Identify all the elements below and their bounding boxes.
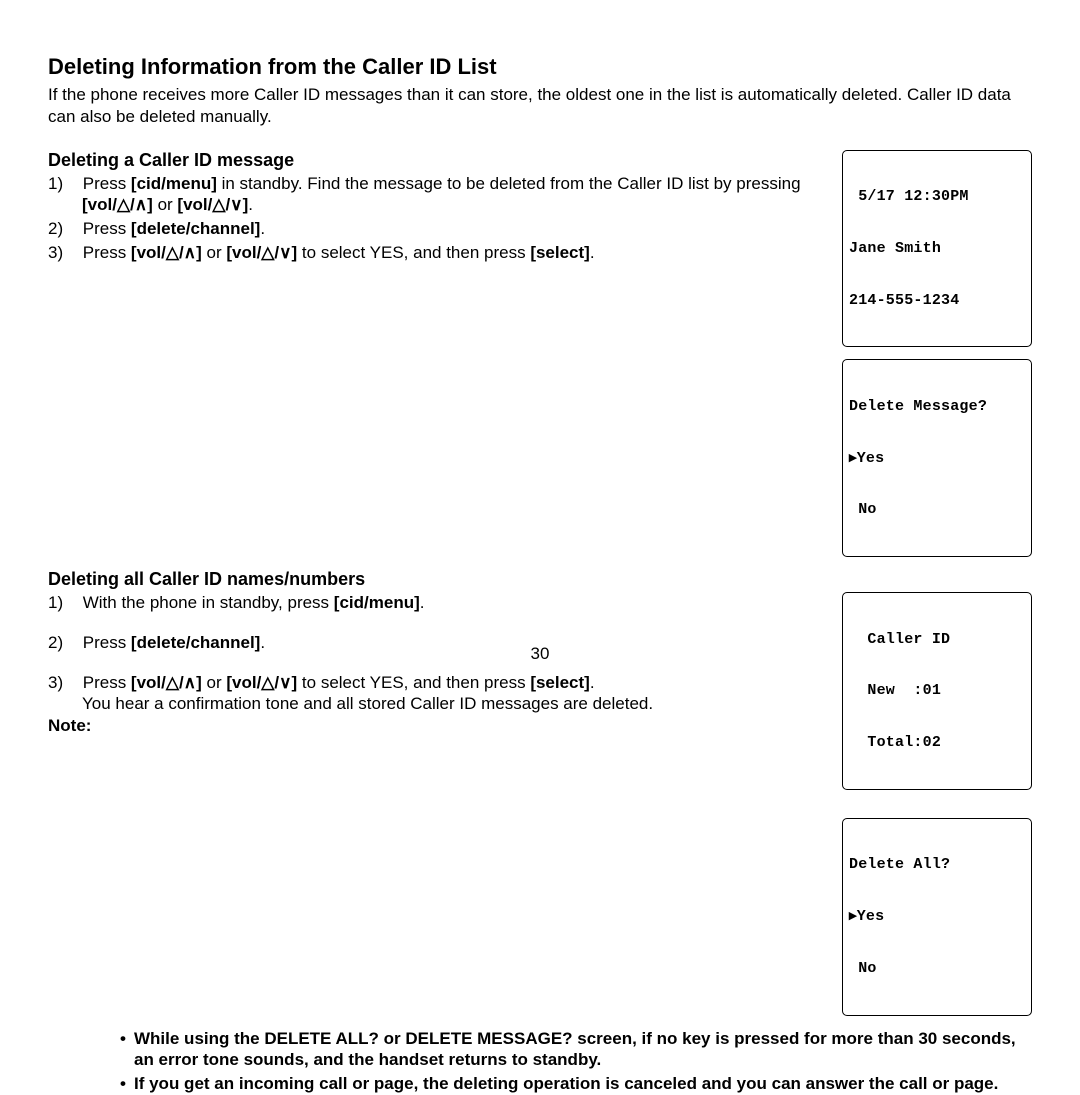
- notes-list: While using the DELETE ALL? or DELETE ME…: [48, 1028, 1032, 1095]
- section-a-steps: Press [cid/menu] in standby. Find the me…: [48, 173, 830, 264]
- manual-page: Deleting Information from the Caller ID …: [0, 0, 1080, 688]
- step-a2: Press [delete/channel].: [48, 218, 830, 240]
- key-vol-down: [vol/△/∨]: [226, 673, 297, 692]
- lcd-line: No: [849, 960, 1025, 977]
- section-a-text: Deleting a Caller ID message Press [cid/…: [48, 150, 842, 278]
- lcd-line: Delete All?: [849, 856, 1025, 873]
- section-b-text: With the phone in standby, press [cid/me…: [48, 592, 842, 751]
- lcd-line: Total:02: [849, 734, 1025, 751]
- step-a3: Press [vol/△/∧] or [vol/△/∨] to select Y…: [48, 242, 830, 264]
- lcd-line: Jane Smith: [849, 240, 1025, 257]
- intro-paragraph: If the phone receives more Caller ID mes…: [48, 84, 1032, 128]
- note-label: Note:: [82, 715, 91, 737]
- note-2: If you get an incoming call or page, the…: [120, 1073, 1032, 1095]
- lcd-line: ▸Yes: [849, 450, 1025, 467]
- section-a-figures: 5/17 12:30PM Jane Smith 214-555-1234 Del…: [842, 150, 1032, 570]
- step-a1: Press [cid/menu] in standby. Find the me…: [48, 173, 830, 217]
- section-delete-single: Deleting a Caller ID message Press [cid/…: [48, 150, 1032, 570]
- note-1: While using the DELETE ALL? or DELETE ME…: [120, 1028, 1032, 1072]
- step-b1: With the phone in standby, press [cid/me…: [48, 592, 830, 614]
- page-number: 30: [0, 644, 1080, 664]
- key-select: [select]: [530, 673, 590, 692]
- key-vol-down: [vol/△/∨]: [226, 243, 297, 262]
- lcd-line: Delete Message?: [849, 398, 1025, 415]
- step-b3: Press [vol/△/∧] or [vol/△/∨] to select Y…: [48, 672, 830, 737]
- lcd-line: New :01: [849, 682, 1025, 699]
- lcd-caller-id-summary: Caller ID New :01 Total:02: [842, 592, 1032, 790]
- lcd-caller-entry: 5/17 12:30PM Jane Smith 214-555-1234: [842, 150, 1032, 348]
- lcd-line: 214-555-1234: [849, 292, 1025, 309]
- lcd-line: ▸Yes: [849, 908, 1025, 925]
- key-cid-menu: [cid/menu]: [131, 174, 217, 193]
- key-vol-up: [vol/△/∧]: [82, 195, 153, 214]
- lcd-line: 5/17 12:30PM: [849, 188, 1025, 205]
- key-cid-menu: [cid/menu]: [334, 593, 420, 612]
- section-a-heading: Deleting a Caller ID message: [48, 150, 830, 171]
- lcd-delete-message: Delete Message? ▸Yes No: [842, 359, 1032, 557]
- key-vol-up: [vol/△/∧]: [131, 673, 202, 692]
- section-b-steps: With the phone in standby, press [cid/me…: [48, 592, 830, 737]
- key-select: [select]: [530, 243, 590, 262]
- lcd-line: No: [849, 501, 1025, 518]
- key-vol-down: [vol/△/∨]: [177, 195, 248, 214]
- key-vol-up: [vol/△/∧]: [131, 243, 202, 262]
- key-delete-channel: [delete/channel]: [131, 219, 260, 238]
- section-b-heading: Deleting all Caller ID names/numbers: [48, 569, 1032, 590]
- lcd-delete-all: Delete All? ▸Yes No: [842, 818, 1032, 1016]
- page-title: Deleting Information from the Caller ID …: [48, 54, 1032, 80]
